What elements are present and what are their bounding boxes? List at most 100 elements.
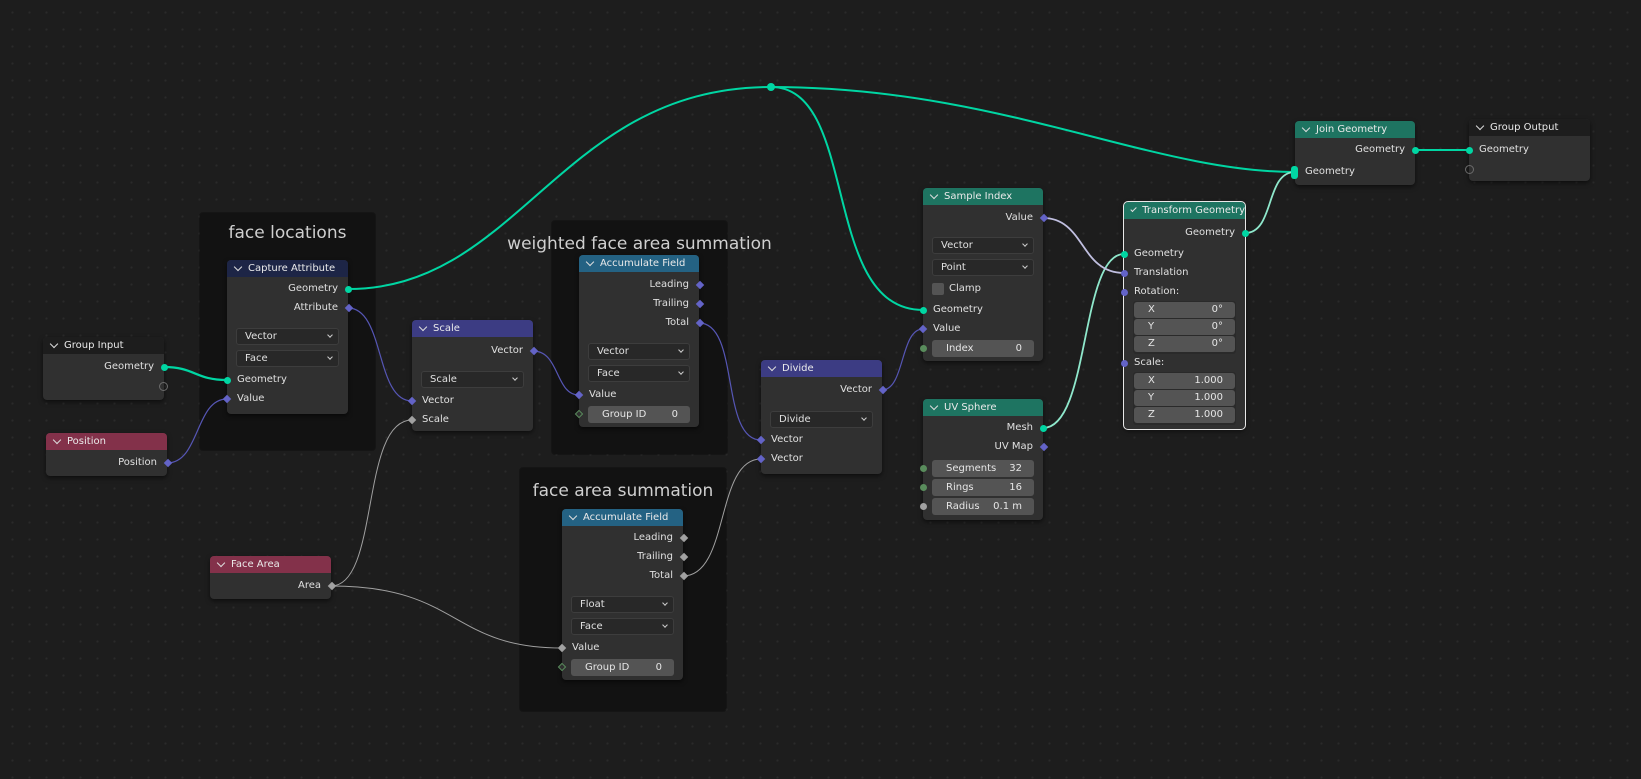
- rotation-x-field[interactable]: X 0°: [1134, 302, 1235, 318]
- geometry-socket-icon[interactable]: [1120, 250, 1128, 258]
- vector-socket-icon[interactable]: [407, 396, 416, 406]
- geometry-socket-icon[interactable]: [344, 285, 352, 293]
- scale-z-field[interactable]: Z 1.000: [1134, 407, 1235, 423]
- collapse-chevron-icon[interactable]: [1301, 123, 1311, 132]
- scale-y-field[interactable]: Y 1.000: [1134, 390, 1235, 406]
- node-accumulate-field-area[interactable]: Accumulate Field Leading Trailing Total …: [557, 509, 688, 680]
- data-type-dropdown[interactable]: Vector: [588, 343, 690, 360]
- node-header[interactable]: Transform Geometry: [1124, 202, 1245, 219]
- node-header[interactable]: Divide: [761, 360, 882, 377]
- collapse-chevron-icon[interactable]: [568, 511, 578, 520]
- empty-socket-icon[interactable]: [1464, 164, 1474, 174]
- segments-field[interactable]: Segments 32: [932, 460, 1034, 477]
- node-join-geometry[interactable]: Join Geometry Geometry Geometry: [1291, 121, 1419, 185]
- link-reroute-to-join[interactable]: [770, 86, 1296, 173]
- rings-field[interactable]: Rings 16: [932, 479, 1034, 496]
- node-header[interactable]: UV Sphere: [923, 399, 1043, 416]
- node-sample-index[interactable]: Sample Index Value Vector Point Clamp Ge…: [918, 188, 1048, 361]
- link-reroute-to-sample-index[interactable]: [770, 86, 924, 311]
- vector-socket-icon[interactable]: [1120, 288, 1128, 296]
- collapse-chevron-icon[interactable]: [1475, 121, 1485, 130]
- node-group-input[interactable]: Group Input Geometry: [43, 337, 168, 400]
- geometry-socket-icon[interactable]: [160, 363, 168, 371]
- geometry-socket-icon[interactable]: [1411, 146, 1419, 154]
- collapse-chevron-icon[interactable]: [418, 322, 428, 331]
- collapse-chevron-icon[interactable]: [767, 362, 777, 371]
- vector-socket-icon[interactable]: [1039, 442, 1048, 452]
- operation-dropdown[interactable]: Divide: [770, 411, 873, 428]
- float-socket-icon[interactable]: [327, 581, 336, 591]
- integer-socket-icon[interactable]: [919, 464, 927, 472]
- empty-socket-icon[interactable]: [158, 381, 168, 391]
- node-header[interactable]: Position: [46, 433, 167, 450]
- node-scale[interactable]: Scale Vector Scale Vector Scale: [407, 320, 538, 431]
- index-field[interactable]: Index 0: [932, 340, 1034, 357]
- node-face-area[interactable]: Face Area Area: [210, 556, 336, 599]
- vector-socket-icon[interactable]: [878, 385, 887, 395]
- collapse-chevron-icon[interactable]: [233, 262, 243, 271]
- multi-input-socket-icon[interactable]: [1291, 165, 1298, 179]
- data-type-dropdown[interactable]: Float: [571, 596, 674, 613]
- integer-socket-icon[interactable]: [919, 483, 927, 491]
- node-divide[interactable]: Divide Vector Divide Vector Vector: [756, 360, 887, 474]
- collapse-chevron-icon[interactable]: [1130, 205, 1137, 212]
- geometry-socket-icon[interactable]: [919, 306, 927, 314]
- node-header[interactable]: Sample Index: [923, 188, 1043, 205]
- vector-socket-icon[interactable]: [529, 346, 538, 356]
- collapse-chevron-icon[interactable]: [216, 558, 226, 567]
- node-position[interactable]: Position Position: [46, 433, 172, 476]
- collapse-chevron-icon[interactable]: [585, 257, 595, 266]
- node-capture-attribute[interactable]: Capture Attribute Geometry Attribute Vec…: [222, 260, 353, 414]
- node-accumulate-field-weighted[interactable]: Accumulate Field Leading Trailing Total …: [574, 255, 704, 427]
- collapse-chevron-icon[interactable]: [49, 339, 59, 348]
- rotation-y-field[interactable]: Y 0°: [1134, 319, 1235, 335]
- node-header[interactable]: Accumulate Field: [562, 509, 683, 526]
- group-id-field[interactable]: Group ID 0: [588, 406, 690, 423]
- data-type-dropdown[interactable]: Vector: [932, 237, 1034, 254]
- geometry-socket-icon[interactable]: [1465, 146, 1473, 154]
- geometry-socket-icon[interactable]: [223, 376, 231, 384]
- vector-socket-icon[interactable]: [163, 458, 172, 468]
- integer-socket-icon[interactable]: [919, 344, 927, 352]
- node-header[interactable]: Group Input: [43, 337, 164, 354]
- node-header[interactable]: Group Output: [1469, 119, 1590, 136]
- node-header[interactable]: Accumulate Field: [579, 255, 699, 272]
- node-header[interactable]: Scale: [412, 320, 533, 337]
- scale-x-field[interactable]: X 1.000: [1134, 373, 1235, 389]
- link-transform-to-join[interactable]: [1244, 171, 1296, 234]
- domain-dropdown[interactable]: Face: [236, 350, 339, 367]
- link-divide-to-sample-value[interactable]: [881, 328, 924, 391]
- collapse-chevron-icon[interactable]: [52, 435, 62, 444]
- field-label: Group ID: [585, 662, 630, 673]
- rotation-z-field[interactable]: Z 0°: [1134, 336, 1235, 352]
- clamp-checkbox[interactable]: [932, 283, 944, 295]
- group-id-field[interactable]: Group ID 0: [571, 659, 674, 676]
- float-socket-icon[interactable]: [919, 502, 927, 510]
- node-header[interactable]: Join Geometry: [1295, 121, 1415, 138]
- node-uv-sphere[interactable]: UV Sphere Mesh UV Map Segments 32 Rings …: [919, 399, 1048, 520]
- data-type-dropdown[interactable]: Vector: [236, 328, 339, 345]
- node-header[interactable]: Capture Attribute: [227, 260, 348, 277]
- link-sample-value-to-translation[interactable]: [1042, 217, 1125, 274]
- domain-dropdown[interactable]: Face: [571, 618, 674, 635]
- link-uv-sphere-to-transform[interactable]: [1042, 253, 1125, 429]
- geometry-socket-icon[interactable]: [1039, 424, 1047, 432]
- node-group-output[interactable]: Group Output Geometry: [1464, 119, 1590, 181]
- float-socket-icon[interactable]: [407, 415, 416, 425]
- operation-dropdown[interactable]: Scale: [421, 371, 524, 388]
- geometry-socket-icon[interactable]: [1241, 229, 1249, 237]
- domain-dropdown[interactable]: Point: [932, 259, 1034, 276]
- vector-socket-icon[interactable]: [756, 454, 765, 464]
- collapse-chevron-icon[interactable]: [929, 190, 939, 199]
- vector-socket-icon[interactable]: [1120, 269, 1128, 277]
- reroute-node[interactable]: [767, 83, 775, 91]
- node-transform-geometry[interactable]: Transform Geometry Geometry Geometry Tra…: [1120, 201, 1249, 430]
- vector-socket-icon[interactable]: [1039, 213, 1048, 223]
- vector-socket-icon[interactable]: [918, 324, 927, 334]
- collapse-chevron-icon[interactable]: [929, 401, 939, 410]
- radius-field[interactable]: Radius 0.1 m: [932, 498, 1034, 515]
- vector-socket-icon[interactable]: [756, 435, 765, 445]
- node-header[interactable]: Face Area: [210, 556, 331, 573]
- domain-dropdown[interactable]: Face: [588, 365, 690, 382]
- vector-socket-icon[interactable]: [1120, 359, 1128, 367]
